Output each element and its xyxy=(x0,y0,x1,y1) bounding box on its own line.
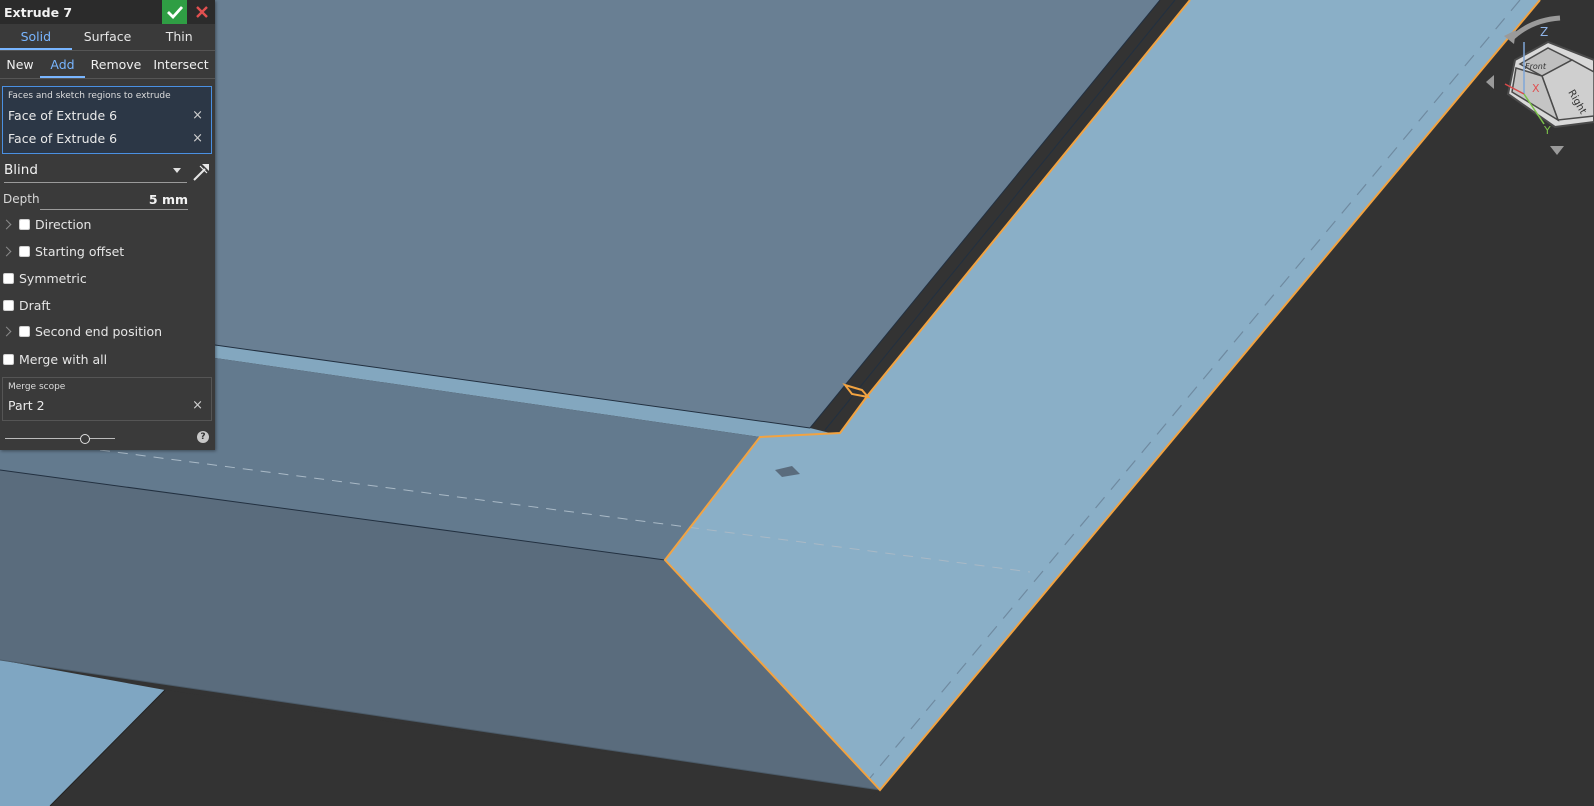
cancel-button[interactable] xyxy=(189,0,214,24)
y-axis-label: Y xyxy=(1543,124,1551,137)
second-end-checkbox[interactable] xyxy=(19,325,30,337)
close-icon xyxy=(195,6,208,18)
op-remove[interactable]: Remove xyxy=(85,51,147,78)
second-end-option[interactable]: Second end position xyxy=(0,320,215,342)
view-cube[interactable]: Front Right Z X Y xyxy=(1480,12,1594,162)
second-end-label: Second end position xyxy=(35,323,163,339)
dialog-header: Extrude 7 xyxy=(0,0,215,24)
tab-solid[interactable]: Solid xyxy=(0,24,72,50)
merge-all-checkbox[interactable] xyxy=(3,353,14,365)
op-add[interactable]: Add xyxy=(40,51,85,78)
depth-input[interactable]: 5 mm xyxy=(40,192,188,210)
rotate-down-icon[interactable] xyxy=(1550,146,1564,155)
face-selection-item[interactable]: Face of Extrude 6 × xyxy=(3,104,211,127)
feature-title: Extrude 7 xyxy=(4,4,73,20)
remove-face-icon[interactable]: × xyxy=(192,104,203,127)
direction-label: Direction xyxy=(35,216,92,232)
faces-selection-box[interactable]: Faces and sketch regions to extrude Face… xyxy=(2,86,212,154)
slider-handle[interactable] xyxy=(80,434,90,444)
remove-merge-icon[interactable]: × xyxy=(192,395,203,417)
body-type-tabs: Solid Surface Thin xyxy=(0,24,215,51)
merge-scope-item[interactable]: Part 2 × xyxy=(3,395,211,417)
tab-thin[interactable]: Thin xyxy=(143,24,215,50)
end-type-value: Blind xyxy=(4,162,38,178)
remove-face-icon[interactable]: × xyxy=(192,127,203,150)
operation-tabs: New Add Remove Intersect xyxy=(0,51,215,79)
x-axis-label: X xyxy=(1532,82,1540,95)
checkmark-icon xyxy=(166,6,183,19)
face-item-label: Face of Extrude 6 xyxy=(8,108,118,123)
chevron-right-icon[interactable] xyxy=(1,326,12,336)
direction-option[interactable]: Direction xyxy=(0,213,215,235)
cube-face-front[interactable]: Front xyxy=(1525,62,1547,71)
op-new[interactable]: New xyxy=(0,51,40,78)
symmetric-checkbox[interactable] xyxy=(3,272,14,284)
starting-offset-checkbox[interactable] xyxy=(19,245,30,257)
help-icon[interactable]: ? xyxy=(197,431,209,443)
face-item-label: Face of Extrude 6 xyxy=(8,131,118,146)
draft-option[interactable]: Draft xyxy=(0,294,215,316)
chevron-right-icon[interactable] xyxy=(1,246,12,256)
faces-label: Faces and sketch regions to extrude xyxy=(8,91,171,101)
rotate-left-icon[interactable] xyxy=(1486,75,1494,89)
chevron-right-icon[interactable] xyxy=(1,219,12,229)
chevron-down-icon xyxy=(173,168,181,173)
graphics-viewport[interactable] xyxy=(0,0,1594,806)
rotate-arrow-icon[interactable] xyxy=(1508,15,1561,42)
depth-label: Depth xyxy=(3,192,40,206)
z-axis-label: Z xyxy=(1540,25,1548,39)
direction-checkbox[interactable] xyxy=(19,218,30,230)
opposite-direction-icon[interactable] xyxy=(191,160,213,182)
draft-label: Draft xyxy=(19,297,51,313)
merge-scope-box[interactable]: Merge scope Part 2 × xyxy=(2,377,212,421)
model-canvas[interactable] xyxy=(0,0,1594,806)
draft-checkbox[interactable] xyxy=(3,299,14,311)
extrude-feature-dialog: Extrude 7 Solid Surface Thin New Add Rem… xyxy=(0,0,215,450)
merge-all-label: Merge with all xyxy=(19,351,108,367)
accept-button[interactable] xyxy=(162,0,187,24)
face-selection-item[interactable]: Face of Extrude 6 × xyxy=(3,127,211,150)
merge-all-option[interactable]: Merge with all xyxy=(0,348,215,370)
symmetric-option[interactable]: Symmetric xyxy=(0,267,215,289)
preview-slider[interactable] xyxy=(5,434,115,444)
merge-scope-label: Merge scope xyxy=(8,382,66,392)
starting-offset-label: Starting offset xyxy=(35,243,125,259)
end-type-select[interactable]: Blind xyxy=(4,160,187,183)
symmetric-label: Symmetric xyxy=(19,270,87,286)
starting-offset-option[interactable]: Starting offset xyxy=(0,240,215,262)
op-intersect[interactable]: Intersect xyxy=(147,51,215,78)
merge-scope-value: Part 2 xyxy=(8,398,45,413)
tab-surface[interactable]: Surface xyxy=(72,24,144,50)
